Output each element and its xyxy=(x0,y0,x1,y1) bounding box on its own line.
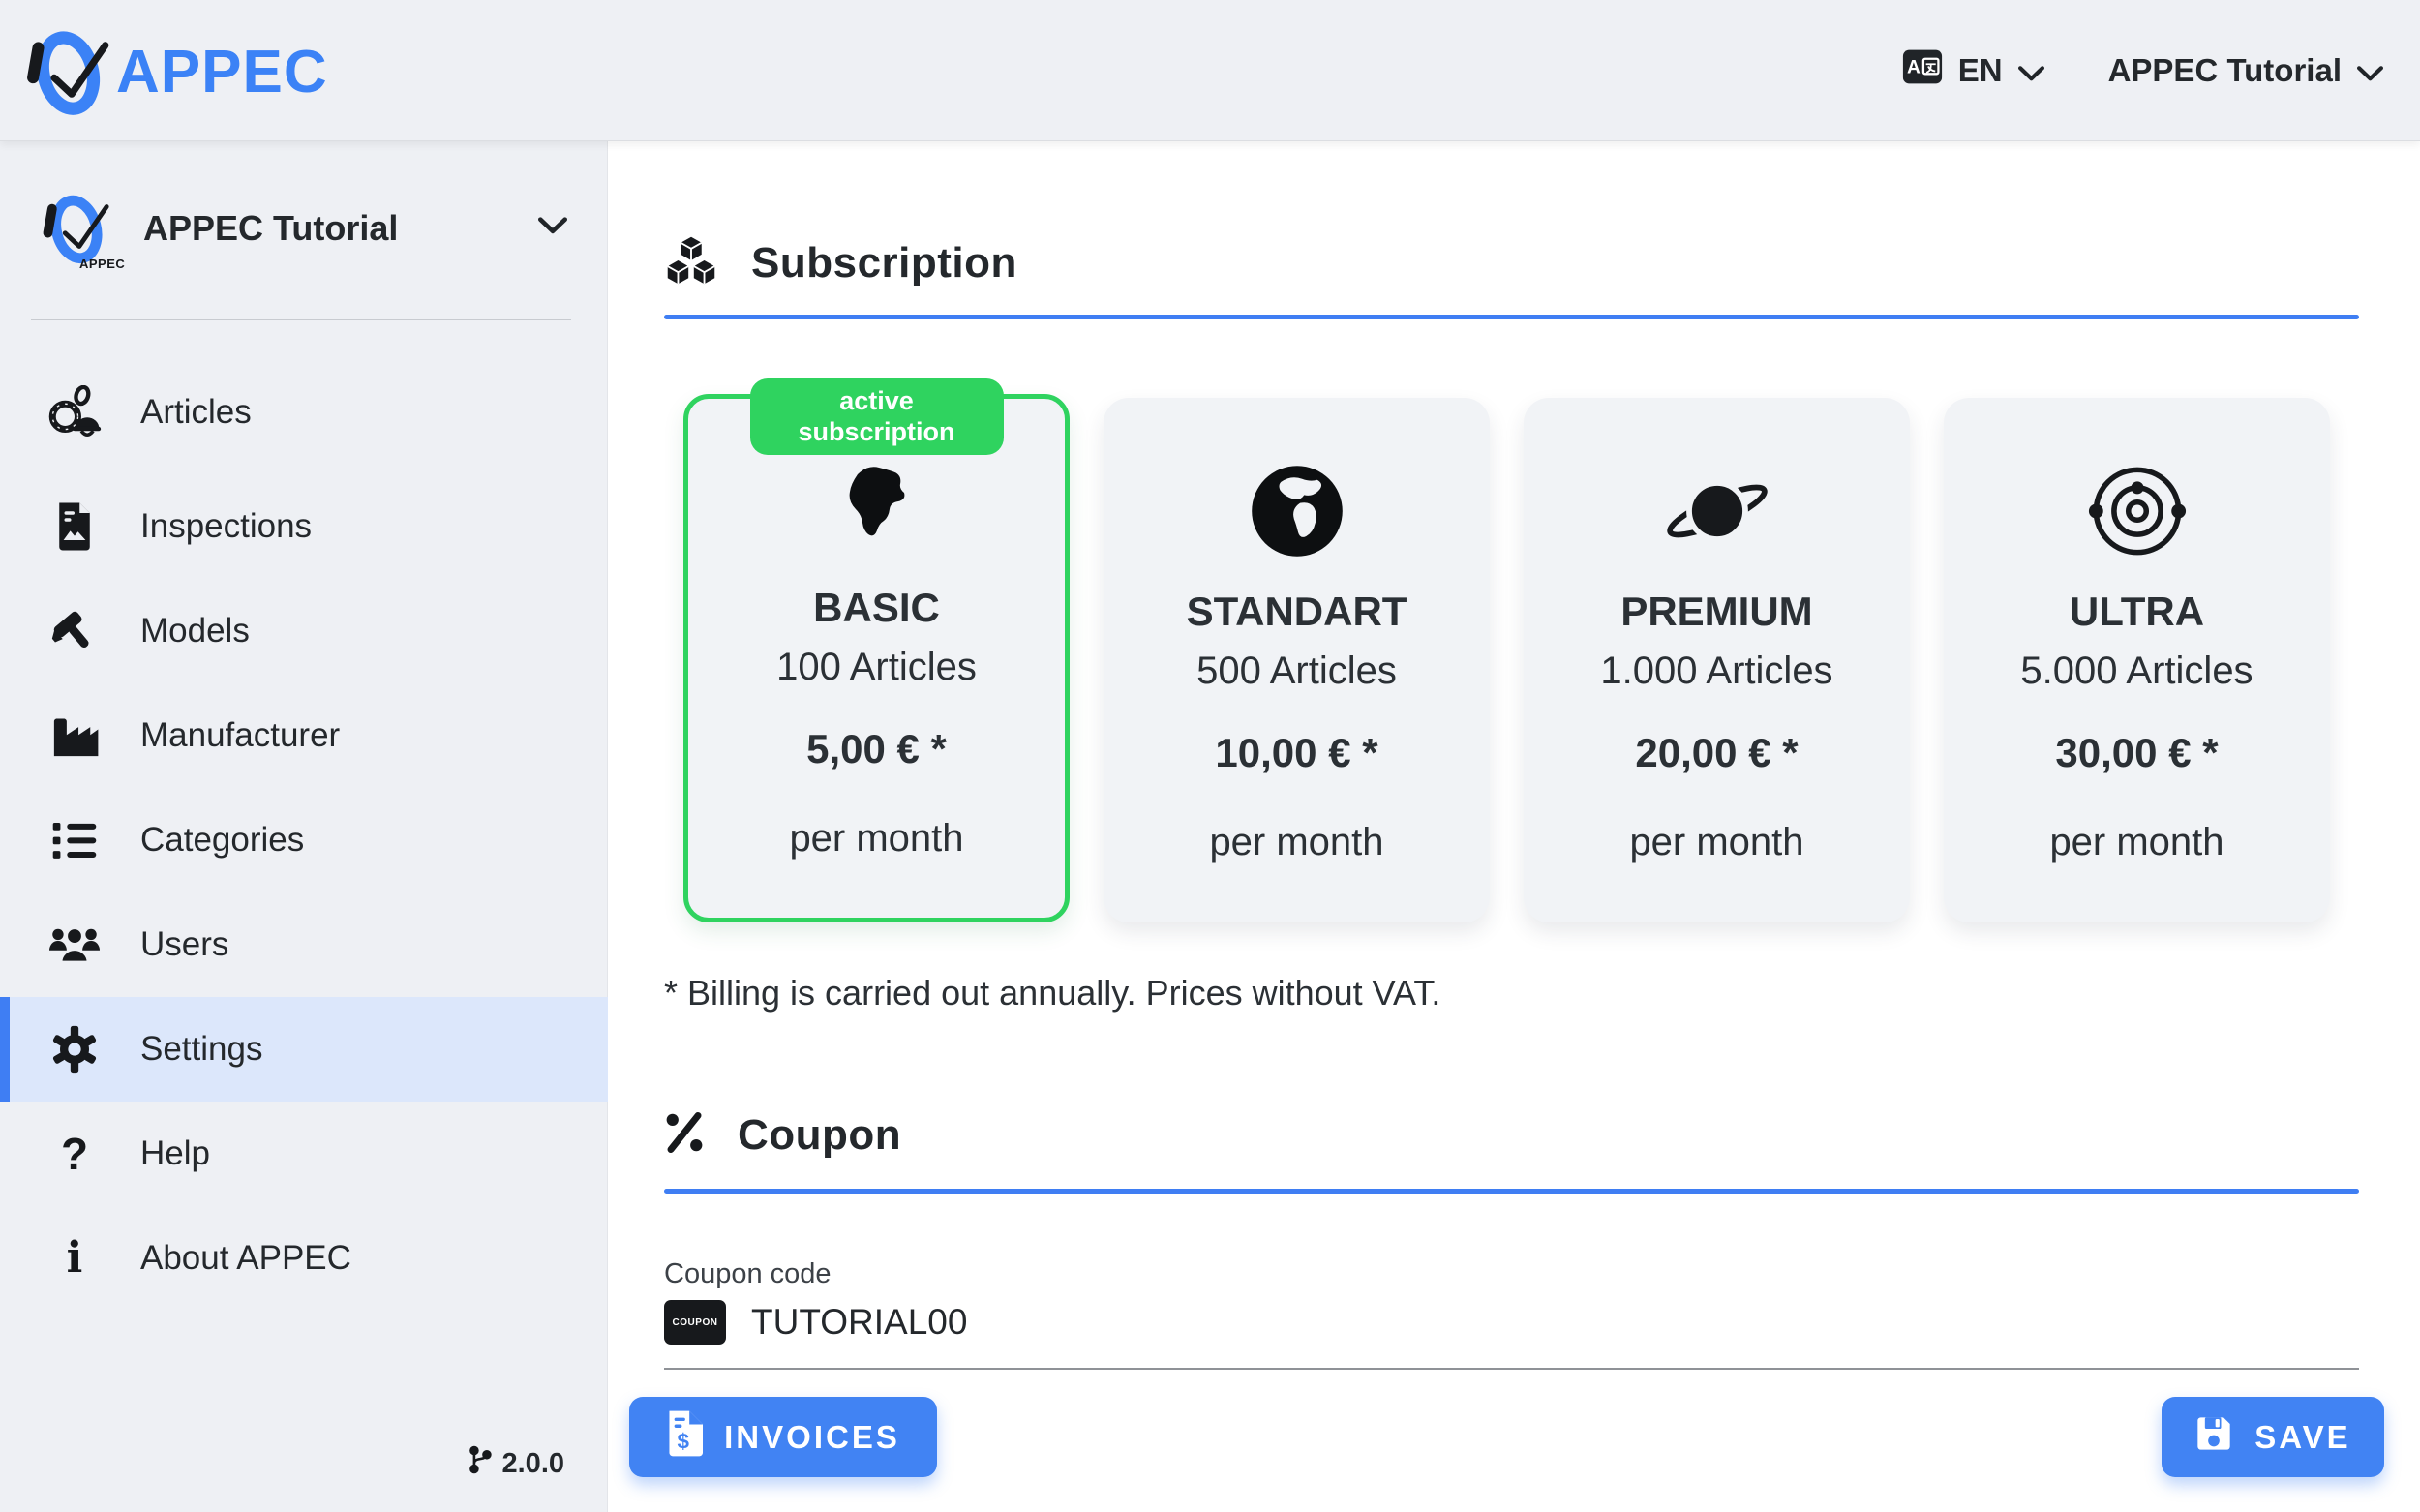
plan-period: per month xyxy=(1629,819,1803,865)
gear-icon xyxy=(44,1025,106,1074)
language-selector[interactable]: A EN xyxy=(1902,48,2044,93)
logo-caption: APPEC xyxy=(79,257,125,271)
ringed-planet-icon xyxy=(1661,454,1773,568)
sidebar-item-settings[interactable]: Settings xyxy=(0,997,608,1102)
version-label: 2.0.0 xyxy=(502,1448,565,1480)
workspace-title: APPEC Tutorial xyxy=(143,208,398,249)
active-subscription-badge: active subscription xyxy=(750,378,1004,455)
coupon-header: Coupon xyxy=(664,1110,901,1160)
coupon-input-underline xyxy=(664,1368,2359,1370)
chevron-down-icon xyxy=(538,217,567,239)
git-branch-icon xyxy=(468,1444,493,1483)
account-label: APPEC Tutorial xyxy=(2108,52,2342,89)
coupon-code-label: Coupon code xyxy=(664,1258,832,1290)
plan-price: 20,00 € * xyxy=(1635,729,1798,777)
sidebar-item-label: Articles xyxy=(140,393,252,432)
info-icon: i xyxy=(44,1237,106,1280)
plan-card-premium[interactable]: PREMIUM 1.000 Articles 20,00 € * per mon… xyxy=(1524,398,1910,922)
workspace-selector[interactable]: APPEC APPEC Tutorial xyxy=(0,180,608,277)
percent-icon xyxy=(664,1110,705,1160)
sidebar-item-articles[interactable]: Articles xyxy=(0,360,608,465)
sidebar-item-label: Users xyxy=(140,925,228,964)
translate-icon: A xyxy=(1902,48,1943,93)
earth-globe-icon xyxy=(1247,454,1347,568)
app-version: 2.0.0 xyxy=(468,1444,565,1483)
carabiner-logo-icon: APPEC xyxy=(37,184,126,273)
sidebar-item-label: Inspections xyxy=(140,507,312,546)
invoices-button-label: INVOICES xyxy=(724,1419,900,1456)
plan-price: 30,00 € * xyxy=(2055,729,2218,777)
plan-name: ULTRA xyxy=(2070,590,2204,634)
svg-text:$: $ xyxy=(678,1429,692,1453)
plan-card-basic[interactable]: active subscription BASIC 100 Articles 5… xyxy=(683,394,1070,922)
coupon-code-input[interactable] xyxy=(751,1302,2203,1343)
plan-period: per month xyxy=(2049,819,2223,865)
factory-icon xyxy=(44,712,106,759)
sidebar-item-help[interactable]: ? Help xyxy=(0,1102,608,1206)
sidebar-item-label: Categories xyxy=(140,821,304,860)
sidebar-item-label: Help xyxy=(140,1134,210,1173)
subscription-divider xyxy=(664,315,2359,319)
sidebar-item-label: Manufacturer xyxy=(140,716,340,755)
sidebar-divider xyxy=(31,319,571,320)
sidebar-item-categories[interactable]: Categories xyxy=(0,788,608,892)
main-content: Subscription active subscription BASIC 1… xyxy=(609,142,2420,1512)
subscription-header: Subscription xyxy=(664,235,1017,290)
cubes-icon xyxy=(664,235,718,290)
sidebar-item-label: Settings xyxy=(140,1030,262,1069)
invoice-icon: $ xyxy=(666,1410,703,1465)
list-icon xyxy=(44,821,106,860)
save-button[interactable]: SAVE xyxy=(2162,1397,2384,1477)
question-mark-icon: ? xyxy=(44,1132,106,1176)
earth-africa-icon xyxy=(829,450,925,564)
plan-name: STANDART xyxy=(1187,590,1407,634)
sidebar-item-manufacturer[interactable]: Manufacturer xyxy=(0,683,608,788)
plan-card-standart[interactable]: STANDART 500 Articles 10,00 € * per mont… xyxy=(1104,398,1490,922)
language-label: EN xyxy=(1958,52,2003,89)
plan-articles: 1.000 Articles xyxy=(1600,648,1832,694)
coupon-icon: COUPON xyxy=(664,1300,726,1345)
save-icon xyxy=(2194,1414,2233,1461)
plan-articles: 5.000 Articles xyxy=(2020,648,2253,694)
plan-name: PREMIUM xyxy=(1620,590,1812,634)
plan-price: 5,00 € * xyxy=(806,725,947,773)
plan-name: BASIC xyxy=(813,586,940,630)
chevron-down-icon xyxy=(2357,52,2383,89)
solar-system-icon xyxy=(2088,454,2187,568)
plan-articles: 500 Articles xyxy=(1196,648,1397,694)
sidebar: APPEC APPEC Tutorial Articles xyxy=(0,141,608,1512)
plan-period: per month xyxy=(789,815,963,862)
sidebar-item-label: Models xyxy=(140,612,250,650)
billing-note: * Billing is carried out annually. Price… xyxy=(664,973,1440,1013)
account-menu[interactable]: APPEC Tutorial xyxy=(2108,52,2383,89)
carabiner-logo-icon xyxy=(17,17,114,127)
hammer-icon xyxy=(44,606,106,656)
chevron-down-icon xyxy=(2018,52,2044,89)
sidebar-item-about[interactable]: i About APPEC xyxy=(0,1206,608,1311)
coupon-divider xyxy=(664,1189,2359,1194)
plan-cards: active subscription BASIC 100 Articles 5… xyxy=(683,394,2330,922)
users-icon xyxy=(44,923,106,966)
sidebar-item-users[interactable]: Users xyxy=(0,892,608,997)
brand-logo[interactable]: APPEC xyxy=(17,17,328,127)
inspection-report-icon xyxy=(44,500,106,553)
invoices-button[interactable]: $ INVOICES xyxy=(629,1397,937,1477)
plan-articles: 100 Articles xyxy=(776,644,977,690)
svg-text:A: A xyxy=(1907,57,1921,77)
top-header: APPEC A EN APPEC Tutorial xyxy=(0,0,2420,141)
section-title-subscription: Subscription xyxy=(751,239,1017,287)
plan-card-ultra[interactable]: ULTRA 5.000 Articles 30,00 € * per month xyxy=(1944,398,2330,922)
save-button-label: SAVE xyxy=(2254,1419,2350,1456)
plan-price: 10,00 € * xyxy=(1215,729,1377,777)
sidebar-item-inspections[interactable]: Inspections xyxy=(0,474,608,579)
plan-period: per month xyxy=(1209,819,1383,865)
sidebar-item-models[interactable]: Models xyxy=(0,579,608,683)
section-title-coupon: Coupon xyxy=(738,1111,901,1160)
sidebar-item-label: About APPEC xyxy=(140,1239,351,1278)
brand-wordmark: APPEC xyxy=(116,38,328,106)
climbing-gear-icon xyxy=(44,385,106,439)
